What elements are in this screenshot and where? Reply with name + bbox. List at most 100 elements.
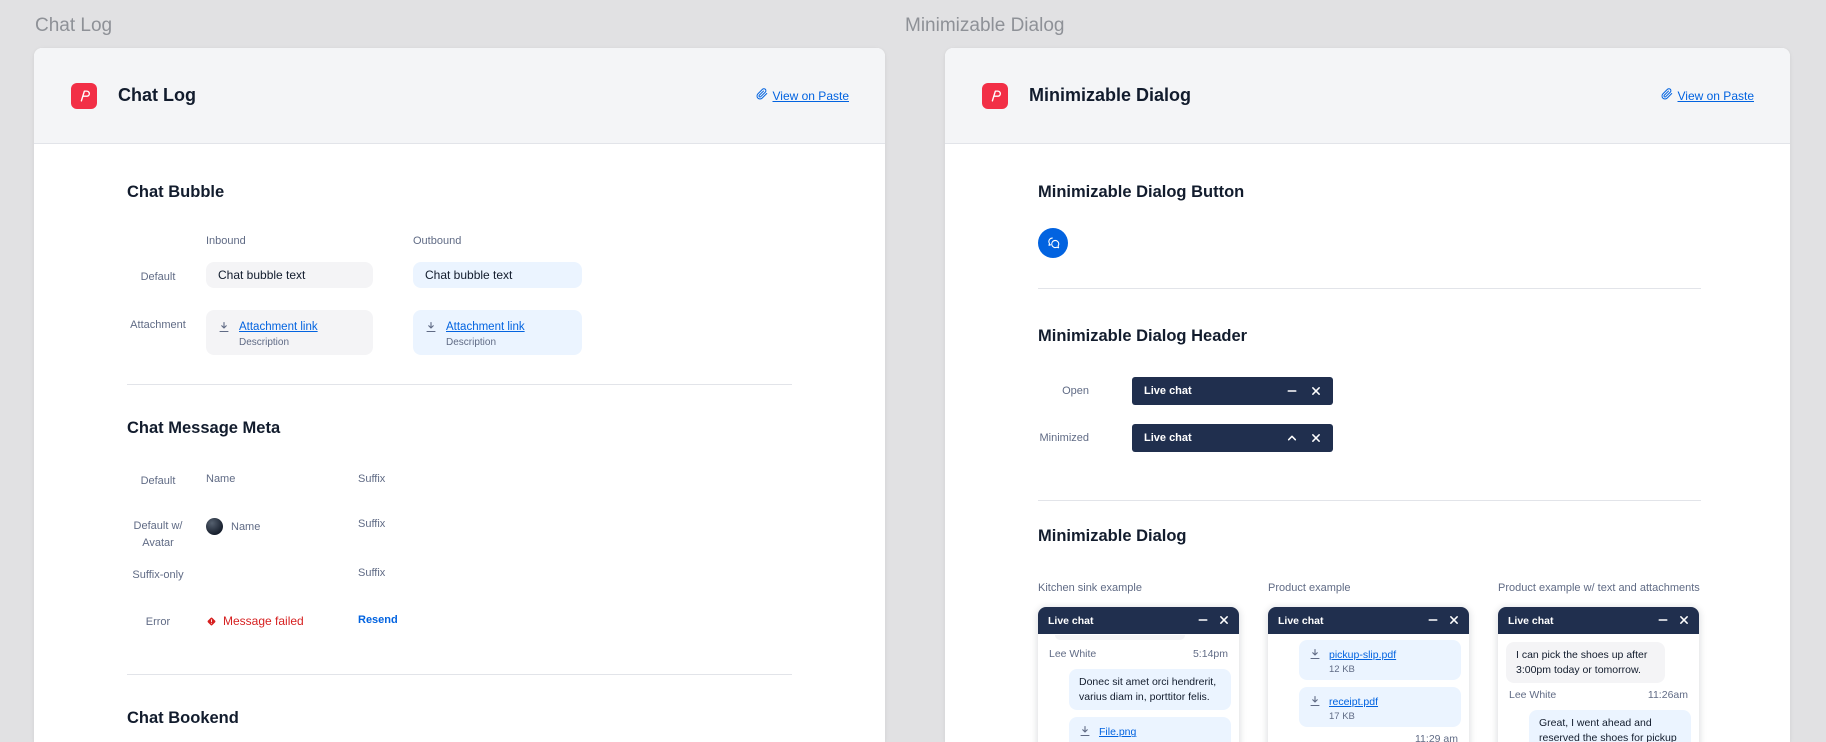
minus-icon xyxy=(1658,613,1668,628)
paperclip-icon xyxy=(756,88,768,103)
expand-button[interactable] xyxy=(1287,431,1297,446)
minus-icon xyxy=(1287,384,1297,399)
meta-avatar-row: Default w/ Avatar Name Suffix xyxy=(127,518,885,552)
close-icon xyxy=(1311,431,1321,446)
meta-suffix-text: Suffix xyxy=(358,473,385,485)
live-chat-title: Live chat xyxy=(1278,615,1324,627)
divider xyxy=(1038,500,1701,501)
close-button[interactable] xyxy=(1311,431,1321,446)
example-label-kitchen-sink: Kitchen sink example xyxy=(1038,582,1239,594)
meta-name-text: Name xyxy=(231,521,260,533)
divider xyxy=(1038,288,1701,289)
meta-suffix-text: Suffix xyxy=(358,518,385,530)
live-chat-dialog-kitchen-sink: Live chat Lee White 5:14pm Donec sit ame… xyxy=(1038,607,1239,742)
message-bubble-outbound: Great, I went ahead and reserved the sho… xyxy=(1529,710,1691,742)
view-on-paste-link[interactable]: View on Paste xyxy=(1661,88,1755,103)
minimize-button[interactable] xyxy=(1658,613,1668,628)
live-chat-title: Live chat xyxy=(1144,385,1192,397)
meta-time: 5:14pm xyxy=(1193,648,1228,660)
minimize-button[interactable] xyxy=(1428,613,1438,628)
minimizable-dialog-button[interactable] xyxy=(1038,228,1068,258)
attachment-size: 17 KB xyxy=(1329,711,1378,722)
minimizable-dialog-card: Minimizable Dialog View on Paste Minimiz… xyxy=(945,48,1790,742)
attachment-link[interactable]: Attachment link xyxy=(446,321,525,333)
example-labels: Kitchen sink example Product example Pro… xyxy=(1038,582,1790,594)
dialog-header-bar: Live chat xyxy=(1498,607,1699,634)
attachment-link[interactable]: pickup-slip.pdf xyxy=(1329,649,1396,661)
attachment-bubble-inbound: Attachment link Description xyxy=(206,310,373,355)
close-icon xyxy=(1679,613,1689,628)
close-button[interactable] xyxy=(1679,613,1689,628)
dialog-body: Lee White 5:14pm Donec sit amet orci hen… xyxy=(1038,635,1239,742)
paste-logo-icon xyxy=(982,83,1008,109)
meta-name-text: Name xyxy=(206,473,358,485)
live-chat-dialog-product-text: Live chat I can pick the shoes up after … xyxy=(1498,607,1699,742)
meta-time: 11:26am xyxy=(1648,689,1688,701)
chevron-up-icon xyxy=(1287,431,1297,446)
chat-bubble-outbound: Chat bubble text xyxy=(413,262,582,288)
download-icon xyxy=(1309,647,1321,665)
dialog-header-bar: Live chat xyxy=(1038,607,1239,634)
live-chat-title: Live chat xyxy=(1508,615,1554,627)
column-header-inbound: Inbound xyxy=(206,235,373,247)
message-bubble-inbound: I can pick the shoes up after 3:00pm tod… xyxy=(1506,642,1665,683)
divider xyxy=(127,674,792,675)
attachment-description: Description xyxy=(446,337,525,348)
attachment-link[interactable]: File.png xyxy=(1099,726,1136,738)
meta-error-row: Error Message failed Resend xyxy=(127,614,885,631)
meta-time: 11:29 am xyxy=(1279,732,1458,742)
attachment-link[interactable]: Attachment link xyxy=(239,321,318,333)
attachment-description: Description xyxy=(239,337,318,348)
download-icon xyxy=(1079,724,1091,742)
minimize-button[interactable] xyxy=(1287,384,1297,399)
minimize-button[interactable] xyxy=(1198,613,1208,628)
dialog-header-open-row: Open Live chat xyxy=(1038,377,1790,405)
attachment-link[interactable]: receipt.pdf xyxy=(1329,696,1378,708)
example-dialogs: Live chat Lee White 5:14pm Donec sit ame… xyxy=(1038,607,1790,742)
live-chat-title: Live chat xyxy=(1144,432,1192,444)
column-header-outbound: Outbound xyxy=(413,235,461,247)
meta-default-row: Default Name Suffix xyxy=(127,473,885,490)
panel-label-minimizable-dialog: Minimizable Dialog xyxy=(905,15,1064,37)
paperclip-icon xyxy=(1661,88,1673,103)
chat-bubble-attachment-row: Attachment Attachment link Description xyxy=(127,310,885,355)
dialog-header-minimized-row: Minimized Live chat xyxy=(1038,424,1790,452)
attachment-bubble: receipt.pdf 17 KB xyxy=(1299,687,1461,727)
resend-button[interactable]: Resend xyxy=(358,614,398,626)
paste-logo-icon xyxy=(71,83,97,109)
card-title: Minimizable Dialog xyxy=(1029,85,1191,106)
view-on-paste-link[interactable]: View on Paste xyxy=(756,88,850,103)
close-icon xyxy=(1449,613,1459,628)
scrolled-message-bubble xyxy=(1055,635,1185,640)
row-label-open: Open xyxy=(1038,385,1089,397)
chat-bubble-inbound: Chat bubble text xyxy=(206,262,373,288)
chat-log-body: Chat Bubble Inbound Outbound Default Cha… xyxy=(34,183,885,728)
row-label-suffix-only: Suffix-only xyxy=(127,567,189,584)
bubble-column-headers: Inbound Outbound xyxy=(127,235,885,247)
live-chat-title: Live chat xyxy=(1048,615,1094,627)
close-button[interactable] xyxy=(1311,384,1321,399)
row-label-minimized: Minimized xyxy=(1038,432,1089,444)
row-label-default: Default xyxy=(127,473,189,490)
row-label-error: Error xyxy=(127,614,189,631)
dialog-body: I can pick the shoes up after 3:00pm tod… xyxy=(1498,642,1699,742)
section-heading-chat-message-meta: Chat Message Meta xyxy=(127,419,885,438)
example-label-product-text-attachments: Product example w/ text and attachments xyxy=(1498,582,1699,594)
example-label-product: Product example xyxy=(1268,582,1469,594)
download-icon xyxy=(218,320,230,338)
download-icon xyxy=(1309,694,1321,712)
error-message-text: Message failed xyxy=(223,614,304,628)
close-button[interactable] xyxy=(1219,613,1229,628)
card-title: Chat Log xyxy=(118,85,196,106)
row-label-default: Default xyxy=(127,262,189,286)
minus-icon xyxy=(1198,613,1208,628)
row-label-attachment: Attachment xyxy=(127,310,189,334)
section-heading-chat-bubble: Chat Bubble xyxy=(127,183,885,202)
page: Chat Log Minimizable Dialog Chat Log Vie… xyxy=(0,0,1826,742)
card-header: Chat Log View on Paste xyxy=(34,48,885,144)
row-label-default-with-avatar: Default w/ Avatar xyxy=(127,518,189,552)
attachment-bubble: File.png 2 MB xyxy=(1069,717,1231,742)
close-icon xyxy=(1219,613,1229,628)
close-button[interactable] xyxy=(1449,613,1459,628)
live-chat-dialog-product: Live chat pickup-slip.pdf 12 KB xyxy=(1268,607,1469,742)
